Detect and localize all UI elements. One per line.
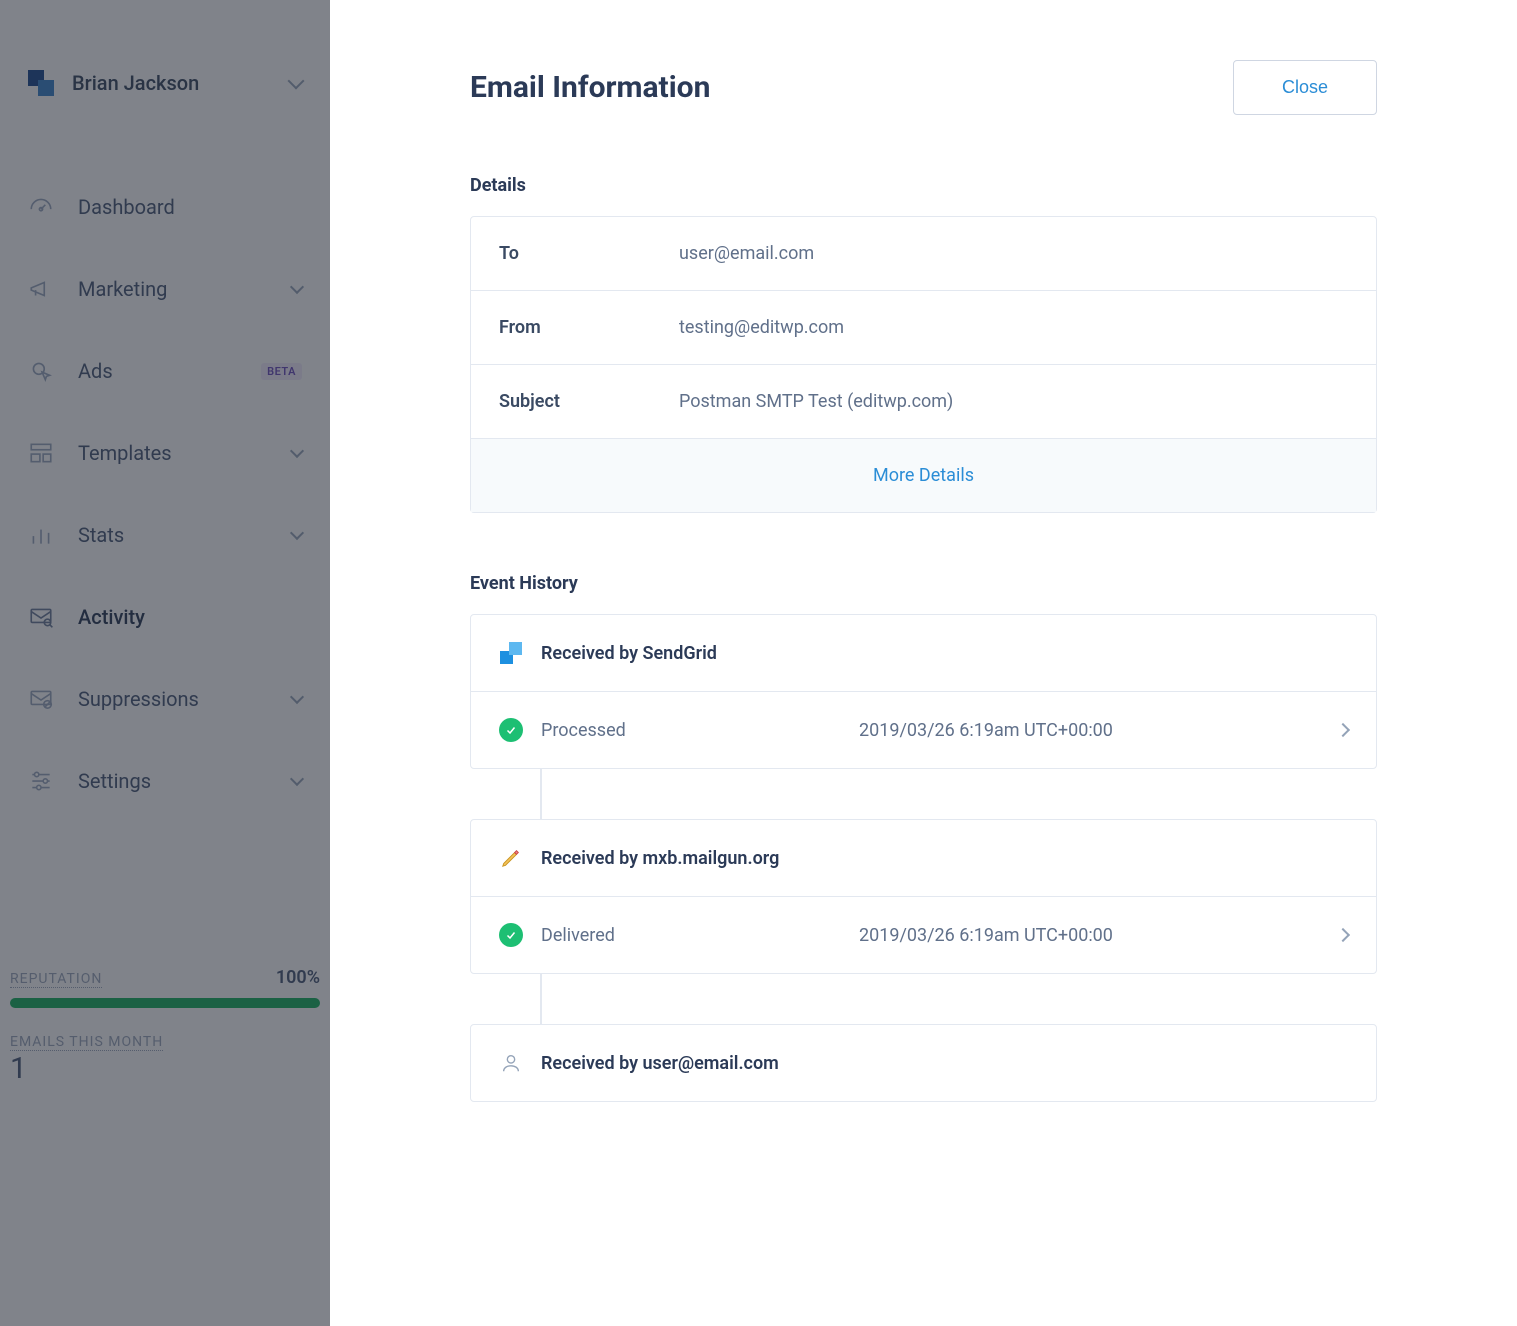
pencil-icon bbox=[499, 846, 523, 870]
sidebar-item-label: Settings bbox=[78, 769, 268, 793]
gauge-icon bbox=[28, 194, 54, 220]
chevron-down-icon bbox=[288, 73, 305, 90]
sidebar-footer: REPUTATION 100% EMAILS THIS MONTH 1 bbox=[10, 967, 320, 1086]
check-icon bbox=[499, 923, 523, 947]
check-icon bbox=[499, 718, 523, 742]
sendgrid-icon bbox=[499, 641, 523, 665]
detail-label: Subject bbox=[499, 391, 679, 412]
mail-block-icon bbox=[28, 686, 54, 712]
sidebar-item-templates[interactable]: Templates bbox=[10, 412, 320, 494]
reputation-label: REPUTATION bbox=[10, 971, 102, 988]
emails-this-month-label: EMAILS THIS MONTH bbox=[10, 1034, 163, 1051]
details-box: To user@email.com From testing@editwp.co… bbox=[470, 216, 1377, 513]
event-timestamp: 2019/03/26 6:19am UTC+00:00 bbox=[859, 925, 1320, 946]
sidebar-item-label: Activity bbox=[78, 605, 302, 629]
chevron-down-icon bbox=[290, 526, 304, 540]
sidebar-item-label: Suppressions bbox=[78, 687, 268, 711]
detail-value: testing@editwp.com bbox=[679, 317, 844, 338]
sidebar-item-label: Stats bbox=[78, 523, 268, 547]
emails-this-month-value: 1 bbox=[10, 1051, 320, 1086]
detail-row-subject: Subject Postman SMTP Test (editwp.com) bbox=[471, 364, 1376, 438]
event-group-header: Received by mxb.mailgun.org bbox=[471, 820, 1376, 896]
sidebar-item-stats[interactable]: Stats bbox=[10, 494, 320, 576]
event-connector bbox=[540, 769, 542, 819]
sidebar-nav: Dashboard Marketing Ads BETA Templates bbox=[10, 166, 320, 822]
sidebar-item-label: Ads bbox=[78, 359, 237, 383]
event-group-header: Received by user@email.com bbox=[471, 1025, 1376, 1101]
more-details-row: More Details bbox=[471, 438, 1376, 512]
chevron-right-icon bbox=[1336, 723, 1350, 737]
event-row[interactable]: Delivered 2019/03/26 6:19am UTC+00:00 bbox=[471, 896, 1376, 973]
event-group: Received by SendGrid Processed 2019/03/2… bbox=[470, 614, 1377, 769]
sidebar: Brian Jackson Dashboard Marketing Ads BE… bbox=[0, 0, 330, 1326]
event-timestamp: 2019/03/26 6:19am UTC+00:00 bbox=[859, 720, 1320, 741]
detail-row-to: To user@email.com bbox=[471, 217, 1376, 290]
sliders-icon bbox=[28, 768, 54, 794]
reputation-value: 100% bbox=[276, 967, 320, 988]
sidebar-item-label: Dashboard bbox=[78, 195, 302, 219]
modal-panel: Email Information Close Details To user@… bbox=[330, 0, 1517, 1326]
mail-search-icon bbox=[28, 604, 54, 630]
detail-value: Postman SMTP Test (editwp.com) bbox=[679, 391, 953, 412]
event-status: Processed bbox=[541, 720, 841, 741]
beta-badge: BETA bbox=[261, 363, 302, 380]
user-name: Brian Jackson bbox=[72, 71, 272, 95]
modal-title: Email Information bbox=[470, 70, 710, 105]
sidebar-item-suppressions[interactable]: Suppressions bbox=[10, 658, 320, 740]
sidebar-item-ads[interactable]: Ads BETA bbox=[10, 330, 320, 412]
event-group: Received by user@email.com bbox=[470, 1024, 1377, 1102]
event-history-heading: Event History bbox=[470, 573, 1377, 594]
detail-value: user@email.com bbox=[679, 243, 814, 264]
sidebar-item-settings[interactable]: Settings bbox=[10, 740, 320, 822]
chevron-down-icon bbox=[290, 690, 304, 704]
detail-row-from: From testing@editwp.com bbox=[471, 290, 1376, 364]
template-icon bbox=[28, 440, 54, 466]
event-connector bbox=[540, 974, 542, 1024]
event-row[interactable]: Processed 2019/03/26 6:19am UTC+00:00 bbox=[471, 691, 1376, 768]
event-group: Received by mxb.mailgun.org Delivered 20… bbox=[470, 819, 1377, 974]
more-details-link[interactable]: More Details bbox=[873, 465, 974, 486]
chevron-down-icon bbox=[290, 280, 304, 294]
sidebar-item-label: Templates bbox=[78, 441, 268, 465]
event-status: Delivered bbox=[541, 925, 841, 946]
reputation-bar bbox=[10, 998, 320, 1008]
sidebar-item-activity[interactable]: Activity bbox=[10, 576, 320, 658]
sidebar-item-label: Marketing bbox=[78, 277, 268, 301]
person-icon bbox=[499, 1051, 523, 1075]
cursor-click-icon bbox=[28, 358, 54, 384]
chart-bars-icon bbox=[28, 522, 54, 548]
detail-label: From bbox=[499, 317, 679, 338]
chevron-down-icon bbox=[290, 444, 304, 458]
logo-icon bbox=[28, 70, 54, 96]
sidebar-item-dashboard[interactable]: Dashboard bbox=[10, 166, 320, 248]
chevron-down-icon bbox=[290, 772, 304, 786]
event-group-title: Received by mxb.mailgun.org bbox=[541, 848, 779, 869]
sidebar-item-marketing[interactable]: Marketing bbox=[10, 248, 320, 330]
account-switcher[interactable]: Brian Jackson bbox=[10, 40, 320, 136]
details-heading: Details bbox=[470, 175, 1377, 196]
event-group-title: Received by user@email.com bbox=[541, 1053, 779, 1074]
event-group-header: Received by SendGrid bbox=[471, 615, 1376, 691]
chevron-right-icon bbox=[1336, 928, 1350, 942]
megaphone-icon bbox=[28, 276, 54, 302]
close-button[interactable]: Close bbox=[1233, 60, 1377, 115]
event-group-title: Received by SendGrid bbox=[541, 643, 717, 664]
detail-label: To bbox=[499, 243, 679, 264]
